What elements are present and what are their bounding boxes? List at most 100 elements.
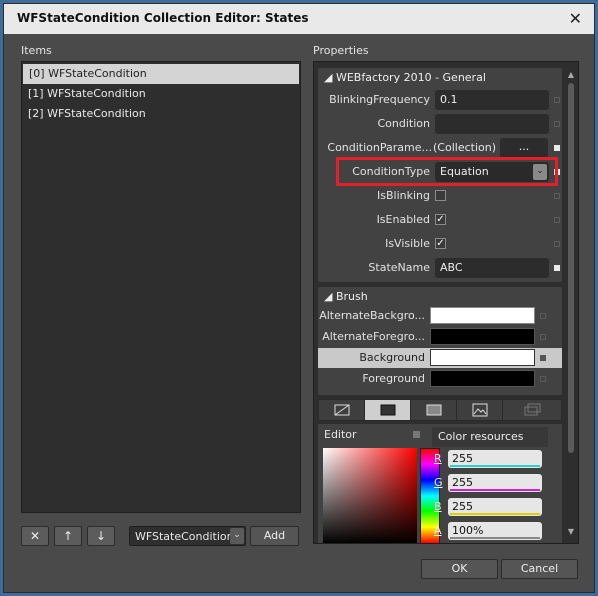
no-brush-tab[interactable]	[319, 400, 365, 420]
prop-name: IsVisible	[385, 237, 430, 250]
state-name-input[interactable]: ABC	[435, 258, 549, 278]
channel-bar	[450, 465, 540, 467]
prop-marker[interactable]	[540, 334, 546, 340]
general-group-header[interactable]: ◢ WEBfactory 2010 - General	[324, 71, 486, 84]
channel-label: B	[434, 500, 442, 513]
image-brush-tab[interactable]	[457, 400, 503, 420]
saturation-value-picker[interactable]	[323, 448, 417, 543]
is-enabled-checkbox[interactable]: ✓	[435, 214, 446, 225]
is-blinking-checkbox[interactable]	[435, 190, 446, 201]
brush-row-foreground[interactable]: Foreground	[318, 369, 562, 389]
collection-editor-window: WFStateCondition Collection Editor: Stat…	[3, 3, 595, 593]
item-type-value: WFStateCondition	[135, 530, 234, 543]
color-swatch[interactable]	[430, 328, 535, 345]
color-swatch[interactable]	[430, 307, 535, 324]
scroll-thumb[interactable]	[568, 83, 574, 453]
property-grid-scrollbar[interactable]: ▲ ▼	[565, 63, 577, 542]
list-item[interactable]: [0] WFStateCondition	[23, 64, 299, 84]
prop-marker[interactable]	[554, 121, 560, 127]
color-resources-tab[interactable]: Color resources	[432, 427, 548, 447]
prop-marker[interactable]	[540, 313, 546, 319]
image-brush-icon	[472, 403, 488, 417]
channel-label: G	[434, 476, 443, 489]
remove-icon: ✕	[29, 529, 41, 543]
no-brush-icon	[334, 404, 350, 416]
prop-marker[interactable]	[554, 97, 560, 103]
cancel-button[interactable]: Cancel	[501, 559, 578, 579]
prop-marker[interactable]	[554, 193, 560, 199]
resource-brush-tab[interactable]	[503, 400, 561, 420]
color-editor-panel: Editor Color resources R 255 G 255 B 255	[318, 424, 562, 543]
prop-row-is-blinking: IsBlinking	[318, 186, 562, 206]
channel-bar	[450, 489, 540, 491]
close-icon[interactable]: ✕	[569, 9, 582, 28]
brush-row-alternate-foreground[interactable]: AlternateForegro...	[318, 327, 562, 347]
gradient-brush-icon	[426, 404, 442, 416]
editor-marker[interactable]	[413, 431, 420, 438]
channel-a: A 100%	[434, 522, 544, 540]
ok-button[interactable]: OK	[421, 559, 498, 579]
channel-b: B 255	[434, 498, 544, 516]
remove-item-button[interactable]: ✕	[21, 526, 49, 546]
gradient-brush-tab[interactable]	[411, 400, 457, 420]
scroll-up-icon[interactable]: ▲	[565, 69, 577, 81]
is-visible-checkbox[interactable]: ✓	[435, 238, 446, 249]
prop-marker[interactable]	[554, 217, 560, 223]
brush-name: AlternateBackgro...	[319, 309, 425, 322]
brush-name: AlternateForegro...	[322, 330, 425, 343]
title-bar: WFStateCondition Collection Editor: Stat…	[4, 4, 594, 34]
brush-name: Background	[359, 351, 425, 364]
add-button[interactable]: Add	[250, 526, 299, 546]
prop-row-is-visible: IsVisible ✓	[318, 234, 562, 254]
item-type-select[interactable]: WFStateCondition ⌄	[129, 526, 246, 546]
brush-type-tabs	[318, 399, 562, 421]
brush-name: Foreground	[362, 372, 425, 385]
property-grid[interactable]: ◢ WEBfactory 2010 - General BlinkingFreq…	[313, 61, 579, 544]
general-group-title: WEBfactory 2010 - General	[335, 71, 486, 84]
brush-group-title: Brush	[335, 290, 368, 303]
prop-row-blinking-frequency: BlinkingFrequency 0.1	[318, 90, 562, 110]
prop-name: StateName	[368, 261, 430, 274]
condition-input[interactable]	[435, 114, 549, 134]
move-up-button[interactable]: ↑	[54, 526, 82, 546]
prop-name: IsBlinking	[377, 189, 430, 202]
condition-parameters-value: (Collection)	[433, 141, 496, 154]
brush-group-header[interactable]: ◢ Brush	[324, 290, 368, 303]
prop-marker[interactable]	[554, 145, 560, 151]
move-down-button[interactable]: ↓	[87, 526, 115, 546]
color-swatch[interactable]	[430, 370, 535, 387]
prop-marker[interactable]	[554, 265, 560, 271]
arrow-down-icon: ↓	[95, 529, 107, 543]
prop-marker[interactable]	[540, 376, 546, 382]
list-item[interactable]: [1] WFStateCondition	[22, 84, 300, 104]
items-label: Items	[21, 44, 52, 57]
blinking-frequency-input[interactable]: 0.1	[435, 90, 549, 110]
channel-label: R	[434, 452, 442, 465]
condition-parameters-edit-button[interactable]: ...	[500, 138, 548, 158]
prop-name: Condition	[377, 117, 431, 130]
scroll-down-icon[interactable]: ▼	[565, 526, 577, 538]
brush-group: ◢ Brush AlternateBackgro... AlternateFor…	[318, 287, 562, 395]
window-title: WFStateCondition Collection Editor: Stat…	[17, 11, 309, 25]
properties-label: Properties	[313, 44, 369, 57]
arrow-up-icon: ↑	[62, 529, 74, 543]
editor-label: Editor	[324, 428, 357, 441]
items-list[interactable]: [0] WFStateCondition [1] WFStateConditio…	[21, 61, 301, 513]
resource-brush-icon	[524, 403, 541, 416]
prop-row-condition: Condition	[318, 114, 562, 134]
condition-type-highlight	[336, 157, 558, 186]
channel-g: G 255	[434, 474, 544, 492]
prop-name: BlinkingFrequency	[329, 93, 430, 106]
prop-row-is-enabled: IsEnabled ✓	[318, 210, 562, 230]
brush-row-alternate-background[interactable]: AlternateBackgro...	[318, 306, 562, 326]
prop-marker[interactable]	[554, 241, 560, 247]
chevron-down-icon[interactable]: ⌄	[230, 528, 244, 544]
prop-marker[interactable]	[540, 355, 546, 361]
channel-r: R 255	[434, 450, 544, 468]
channel-bar	[450, 513, 540, 515]
color-swatch[interactable]	[430, 349, 535, 366]
list-item[interactable]: [2] WFStateCondition	[22, 104, 300, 124]
brush-row-background[interactable]: Background	[318, 348, 562, 368]
solid-brush-icon	[380, 404, 396, 416]
solid-brush-tab[interactable]	[365, 400, 411, 420]
